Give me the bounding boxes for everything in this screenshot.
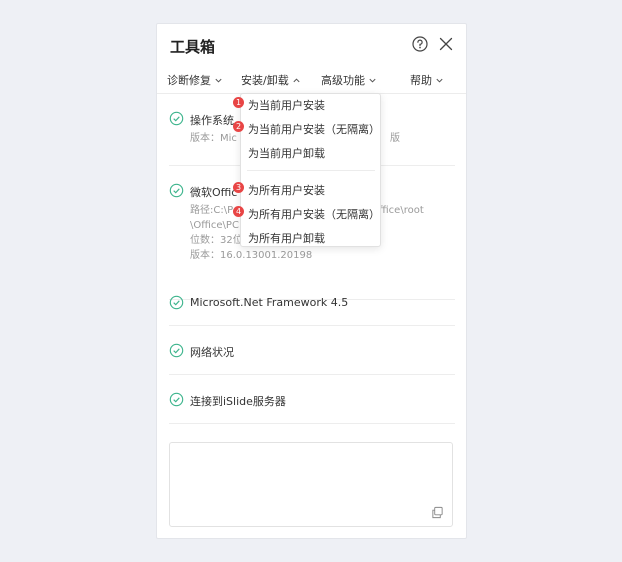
item-detail: 路径:C:\P (190, 205, 234, 216)
check-circle-icon (169, 111, 184, 126)
dropdown-item-label: 为所有用户安装 (248, 184, 325, 197)
item-detail: 位数：32位 (190, 235, 243, 246)
item-detail: 版本：16.0.13001.20198 (190, 250, 313, 261)
check-circle-icon (169, 183, 184, 198)
item-title: 微软Offic (190, 186, 238, 199)
chevron-down-icon (369, 78, 376, 83)
step-badge: 2 (233, 121, 244, 132)
dropdown-item-uninstall-all-users[interactable]: 为所有用户卸载 (248, 230, 325, 246)
item-title: 网络状况 (190, 346, 234, 359)
chevron-up-icon (293, 77, 300, 82)
item-title: 操作系统 (190, 114, 234, 127)
menu-diagnose[interactable]: 诊断修复 (167, 72, 223, 88)
dropdown-item-uninstall-current-user[interactable]: 为当前用户卸载 (248, 145, 325, 161)
dropdown-item-install-all-users-no-isolation[interactable]: 为所有用户安装（无隔离） (248, 206, 380, 222)
item-detail: \Office\PC (190, 220, 239, 231)
help-circle-icon[interactable] (411, 35, 429, 53)
menu-help[interactable]: 帮助 (410, 72, 444, 88)
step-badge: 3 (233, 182, 244, 193)
output-textbox[interactable] (169, 442, 453, 527)
chevron-down-icon (436, 78, 443, 83)
item-title: 连接到iSlide服务器 (190, 395, 286, 408)
item-detail: 版本：Mic (190, 133, 237, 144)
dropdown-item-install-current-user-no-isolation[interactable]: 为当前用户安装（无隔离） (248, 121, 380, 137)
dropdown-item-label: 为当前用户安装（无隔离） (248, 123, 380, 136)
dropdown-item-label: 为当前用户安装 (248, 99, 325, 112)
copy-icon[interactable] (431, 506, 444, 519)
menu-diagnose-label: 诊断修复 (167, 74, 211, 87)
item-title: Microsoft.Net Framework 4.5 (190, 296, 349, 309)
install-dropdown-menu: 为当前用户安装 为当前用户安装（无隔离） 为当前用户卸载 为所有用户安装 为所有… (240, 93, 381, 247)
step-badge: 4 (233, 206, 244, 217)
close-icon[interactable] (437, 35, 455, 53)
title-bar: 工具箱 (157, 24, 466, 64)
dropdown-item-install-all-users[interactable]: 为所有用户安装 (248, 182, 325, 198)
menu-bar: 诊断修复 安装/卸载 高级功能 帮助 (157, 64, 466, 94)
check-circle-icon (169, 392, 184, 407)
list-item-server: 连接到iSlide服务器 (169, 375, 455, 424)
item-detail-right: 版 (390, 133, 400, 144)
chevron-down-icon (215, 78, 222, 83)
item-detail-right: ffice\root (379, 205, 424, 216)
list-item-network: 网络状况 (169, 326, 455, 375)
check-circle-icon (169, 343, 184, 358)
menu-help-label: 帮助 (410, 74, 432, 87)
list-item-dotnet: Microsoft.Net Framework 4.5 (169, 278, 455, 326)
step-badge: 1 (233, 97, 244, 108)
menu-install[interactable]: 安装/卸载 (241, 72, 301, 88)
dropdown-item-install-current-user[interactable]: 为当前用户安装 (248, 97, 325, 113)
menu-advanced-label: 高级功能 (321, 74, 365, 87)
menu-install-label: 安装/卸载 (241, 74, 289, 87)
dropdown-item-label: 为所有用户卸载 (248, 232, 325, 245)
panel-title: 工具箱 (170, 38, 216, 56)
menu-advanced[interactable]: 高级功能 (321, 72, 377, 88)
check-circle-icon (169, 295, 184, 310)
dropdown-divider (247, 170, 375, 171)
dropdown-item-label: 为当前用户卸载 (248, 147, 325, 160)
dropdown-item-label: 为所有用户安装（无隔离） (248, 208, 380, 221)
